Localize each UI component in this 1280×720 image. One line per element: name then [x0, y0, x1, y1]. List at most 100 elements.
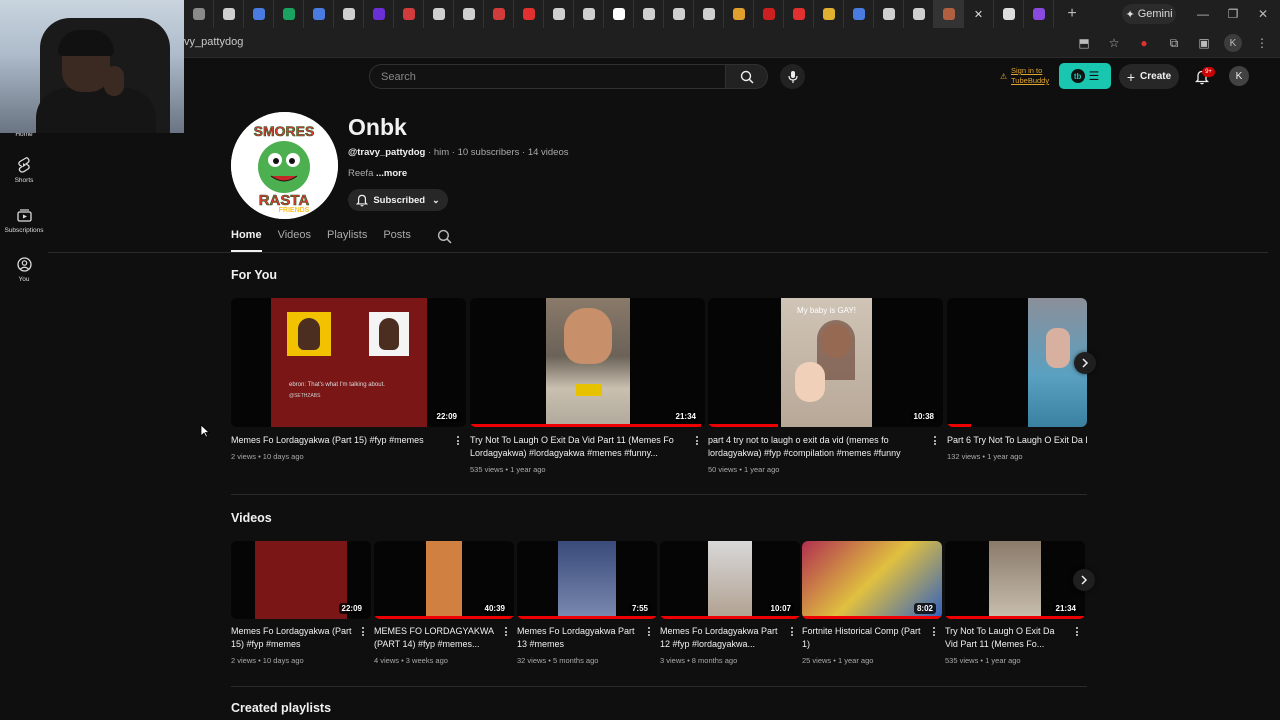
tab-home[interactable]: Home: [231, 229, 262, 249]
nav-subscriptions[interactable]: Subscriptions: [0, 206, 48, 234]
video-thumbnail[interactable]: 7:55: [517, 541, 657, 619]
carousel-next-button[interactable]: [1074, 352, 1096, 374]
browser-tab[interactable]: [874, 0, 904, 28]
extensions-puzzle-icon[interactable]: ⧉: [1164, 33, 1184, 53]
browser-tab[interactable]: [184, 0, 214, 28]
video-card[interactable]: 40:39 MEMES FO LORDAGYAKWA (PART 14) #fyp…: [374, 541, 514, 665]
browser-tab[interactable]: [304, 0, 334, 28]
restore-icon[interactable]: ❐: [1218, 0, 1248, 28]
for-you-card[interactable]: My baby is GAY! 10:38 part 4 try not to …: [708, 298, 943, 474]
browser-tab[interactable]: [994, 0, 1024, 28]
more-options-icon[interactable]: [931, 627, 937, 636]
browser-tab[interactable]: [934, 0, 964, 28]
tab-videos[interactable]: Videos: [278, 229, 311, 249]
close-tab-icon[interactable]: ✕: [964, 0, 994, 28]
video-title[interactable]: MEMES FO LORDAGYAKWA (PART 14) #fyp #mem…: [374, 625, 514, 651]
channel-search-button[interactable]: [437, 229, 452, 249]
description-more-link[interactable]: ...more: [376, 168, 407, 179]
nav-shorts[interactable]: Shorts: [0, 156, 48, 184]
video-thumbnail[interactable]: 21:34: [470, 298, 705, 427]
install-icon[interactable]: ⬒: [1074, 33, 1094, 53]
video-thumbnail[interactable]: 8:02: [802, 541, 942, 619]
voice-search-button[interactable]: [780, 64, 805, 89]
more-options-icon[interactable]: [646, 627, 652, 636]
browser-tab[interactable]: [364, 0, 394, 28]
video-thumbnail[interactable]: ebron: That's what I'm talking about. @S…: [231, 298, 466, 427]
for-you-card[interactable]: ebron: That's what I'm talking about. @S…: [231, 298, 466, 461]
browser-tab[interactable]: [394, 0, 424, 28]
browser-tab[interactable]: [814, 0, 844, 28]
subscribed-button[interactable]: Subscribed ⌄: [348, 189, 448, 211]
browser-tab[interactable]: [604, 0, 634, 28]
side-panel-icon[interactable]: ▣: [1194, 33, 1214, 53]
account-avatar[interactable]: K: [1229, 66, 1249, 86]
browser-tab[interactable]: [634, 0, 664, 28]
search-input[interactable]: [370, 65, 725, 88]
browser-profile-avatar[interactable]: K: [1224, 34, 1242, 52]
video-card[interactable]: 10:07 Memes Fo Lordagyakwa Part 12 #fyp #…: [660, 541, 800, 665]
nav-you[interactable]: You: [0, 255, 48, 283]
browser-tab[interactable]: [694, 0, 724, 28]
browser-tab[interactable]: [244, 0, 274, 28]
extension-red-icon[interactable]: ●: [1134, 33, 1154, 53]
browser-tab[interactable]: [454, 0, 484, 28]
tubebuddy-signin-link[interactable]: Sign in to TubeBuddy: [1011, 66, 1049, 86]
video-title[interactable]: Memes Fo Lordagyakwa (Part 15) #fyp #mem…: [231, 625, 371, 651]
video-card[interactable]: 21:34 Try Not To Laugh O Exit Da Vid Part…: [945, 541, 1085, 665]
browser-tab[interactable]: [574, 0, 604, 28]
tubebuddy-menu-button[interactable]: tb ☰: [1059, 63, 1111, 89]
more-options-icon[interactable]: [455, 436, 461, 445]
browser-tab[interactable]: [844, 0, 874, 28]
for-you-card[interactable]: 21:34 Try Not To Laugh O Exit Da Vid Par…: [470, 298, 705, 474]
browser-tab[interactable]: [334, 0, 364, 28]
url-field[interactable]: vy_pattydog: [184, 36, 243, 48]
carousel-next-button[interactable]: [1073, 569, 1095, 591]
more-options-icon[interactable]: [789, 627, 795, 636]
video-thumbnail[interactable]: 10:07: [660, 541, 800, 619]
browser-tab[interactable]: [214, 0, 244, 28]
browser-tab[interactable]: [274, 0, 304, 28]
bookmark-star-icon[interactable]: ☆: [1104, 33, 1124, 53]
for-you-card[interactable]: Part 6 Try Not To Laugh O Exit Da Lordag…: [947, 298, 1087, 461]
browser-tab[interactable]: [484, 0, 514, 28]
close-window-icon[interactable]: ✕: [1248, 0, 1278, 28]
gemini-button[interactable]: ✦ Gemini: [1122, 4, 1176, 24]
video-thumbnail[interactable]: [947, 298, 1087, 427]
tab-posts[interactable]: Posts: [383, 229, 411, 249]
browser-menu-icon[interactable]: ⋮: [1252, 33, 1272, 53]
more-options-icon[interactable]: [1074, 627, 1080, 636]
new-tab-button[interactable]: +: [1060, 0, 1084, 28]
browser-tab[interactable]: [424, 0, 454, 28]
video-thumbnail[interactable]: 40:39: [374, 541, 514, 619]
browser-tab[interactable]: [724, 0, 754, 28]
tab-playlists[interactable]: Playlists: [327, 229, 367, 249]
video-card[interactable]: 8:02 Fortnite Historical Comp (Part 1) 25 …: [802, 541, 942, 665]
more-options-icon[interactable]: [503, 627, 509, 636]
channel-avatar[interactable]: SMORES RASTA FRIENDS: [231, 112, 338, 219]
channel-description[interactable]: Reefa ...more: [348, 168, 407, 179]
video-title[interactable]: Memes Fo Lordagyakwa (Part 15) #fyp #mem…: [231, 434, 466, 447]
video-title[interactable]: Try Not To Laugh O Exit Da Vid Part 11 (…: [945, 625, 1085, 651]
browser-tab[interactable]: [784, 0, 814, 28]
video-title[interactable]: Memes Fo Lordagyakwa Part 12 #fyp #lorda…: [660, 625, 800, 651]
browser-tab[interactable]: [544, 0, 574, 28]
video-title[interactable]: Fortnite Historical Comp (Part 1): [802, 625, 942, 651]
video-title[interactable]: Memes Fo Lordagyakwa Part 13 #memes: [517, 625, 657, 651]
create-button[interactable]: + Create: [1119, 64, 1179, 89]
search-button[interactable]: [726, 64, 768, 89]
browser-tab[interactable]: [664, 0, 694, 28]
browser-tab[interactable]: [904, 0, 934, 28]
minimize-icon[interactable]: —: [1188, 0, 1218, 28]
more-options-icon[interactable]: [694, 436, 700, 445]
videos-heading[interactable]: Videos: [231, 511, 272, 525]
video-title[interactable]: part 4 try not to laugh o exit da vid (m…: [708, 434, 943, 460]
video-card[interactable]: 7:55 Memes Fo Lordagyakwa Part 13 #memes 3…: [517, 541, 657, 665]
browser-tab[interactable]: [1024, 0, 1054, 28]
video-card[interactable]: 22:09 Memes Fo Lordagyakwa (Part 15) #fyp…: [231, 541, 371, 665]
video-thumbnail[interactable]: 22:09: [231, 541, 371, 619]
video-title[interactable]: Try Not To Laugh O Exit Da Vid Part 11 (…: [470, 434, 705, 460]
video-title[interactable]: Part 6 Try Not To Laugh O Exit Da Lordag…: [947, 434, 1087, 447]
browser-tab[interactable]: [754, 0, 784, 28]
video-thumbnail[interactable]: My baby is GAY! 10:38: [708, 298, 943, 427]
browser-tab[interactable]: [514, 0, 544, 28]
